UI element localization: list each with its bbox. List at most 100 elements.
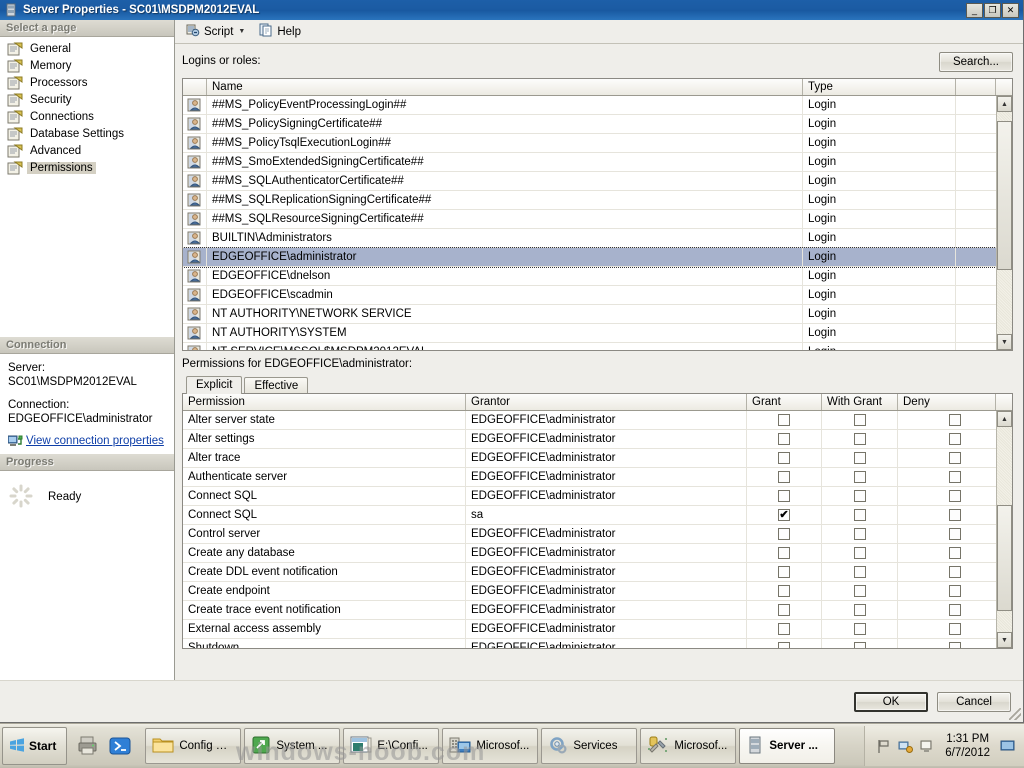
permission-deny-checkbox[interactable] bbox=[948, 433, 961, 445]
permission-with-grant-checkbox[interactable] bbox=[853, 433, 866, 445]
permission-row[interactable]: External access assembly EDGEOFFICE\admin… bbox=[183, 620, 1012, 639]
permission-deny-checkbox[interactable] bbox=[948, 566, 961, 578]
monitor-icon[interactable] bbox=[919, 738, 935, 754]
permission-grant-checkbox[interactable] bbox=[778, 585, 790, 597]
task-button-server-properties[interactable]: Server ... bbox=[739, 728, 836, 764]
logins-col-icon[interactable] bbox=[183, 79, 207, 95]
minimize-button[interactable]: _ bbox=[966, 2, 983, 18]
sidebar-item-memory[interactable]: Memory bbox=[4, 57, 174, 74]
logins-col-type[interactable]: Type bbox=[803, 79, 956, 95]
permission-deny-checkbox[interactable] bbox=[948, 623, 961, 635]
login-row[interactable]: NT AUTHORITY\SYSTEM Login bbox=[183, 324, 1012, 343]
permissions-scroll-up-button[interactable]: ▲ bbox=[997, 411, 1012, 427]
login-row[interactable]: ##MS_PolicyEventProcessingLogin## Login bbox=[183, 96, 1012, 115]
login-row[interactable]: ##MS_PolicySigningCertificate## Login bbox=[183, 115, 1012, 134]
permission-deny-checkbox[interactable] bbox=[948, 509, 961, 521]
view-connection-properties-row[interactable]: View connection properties bbox=[8, 435, 166, 448]
login-row[interactable]: EDGEOFFICE\scadmin Login bbox=[183, 286, 1012, 305]
close-button[interactable]: ✕ bbox=[1002, 2, 1019, 18]
task-button-config-manager[interactable]: Config M... bbox=[145, 728, 242, 764]
login-row[interactable]: NT AUTHORITY\NETWORK SERVICE Login bbox=[183, 305, 1012, 324]
permission-with-grant-checkbox[interactable] bbox=[853, 528, 866, 540]
login-row[interactable]: ##MS_SQLReplicationSigningCertificate## L… bbox=[183, 191, 1012, 210]
logins-grid[interactable]: Name Type ##MS_PolicyEventProcessingLogi… bbox=[182, 78, 1013, 351]
permission-deny-checkbox[interactable] bbox=[948, 604, 961, 616]
permission-with-grant-checkbox[interactable] bbox=[853, 547, 866, 559]
permission-with-grant-checkbox[interactable] bbox=[853, 623, 866, 635]
logins-scroll-track[interactable] bbox=[997, 112, 1012, 334]
permission-row[interactable]: Create DDL event notification EDGEOFFICE\… bbox=[183, 563, 1012, 582]
permission-row[interactable]: Authenticate server EDGEOFFICE\administra… bbox=[183, 468, 1012, 487]
permission-grant-checkbox[interactable] bbox=[778, 452, 790, 464]
login-row[interactable]: NT SERVICE\MSSQL$MSDPM2012EVALLogin bbox=[183, 343, 1012, 350]
task-button-e-config[interactable]: E:\Confi... bbox=[343, 728, 440, 764]
permission-deny-checkbox[interactable] bbox=[948, 490, 961, 502]
ok-button[interactable]: OK bbox=[854, 691, 928, 712]
help-button[interactable]: Help bbox=[255, 21, 305, 42]
sidebar-item-security[interactable]: Security bbox=[4, 91, 174, 108]
permission-grant-checkbox[interactable] bbox=[778, 528, 790, 540]
task-button-microsoft-1[interactable]: Microsof... bbox=[442, 728, 539, 764]
permission-grant-checkbox[interactable] bbox=[778, 604, 790, 616]
flag-icon[interactable] bbox=[875, 738, 891, 754]
permission-grant-checkbox[interactable] bbox=[778, 414, 790, 426]
permission-row[interactable]: Create any database EDGEOFFICE\administra… bbox=[183, 544, 1012, 563]
sidebar-item-database-settings[interactable]: Database Settings bbox=[4, 125, 174, 142]
tab-explicit[interactable]: Explicit bbox=[186, 376, 243, 394]
permission-row[interactable]: Connect SQL EDGEOFFICE\administrator bbox=[183, 487, 1012, 506]
sidebar-item-processors[interactable]: Processors bbox=[4, 74, 174, 91]
permission-with-grant-checkbox[interactable] bbox=[853, 490, 866, 502]
permission-grant-checkbox[interactable]: ✔ bbox=[778, 509, 790, 521]
permission-with-grant-checkbox[interactable] bbox=[853, 585, 866, 597]
logins-scroll-thumb[interactable] bbox=[997, 120, 1012, 270]
login-row[interactable]: EDGEOFFICE\dnelson Login bbox=[183, 267, 1012, 286]
logins-scrollbar[interactable]: ▲ ▼ bbox=[996, 96, 1012, 350]
task-button-microsoft-2[interactable]: Microsof... bbox=[640, 728, 737, 764]
permissions-col-grant[interactable]: Grant bbox=[747, 394, 822, 410]
permission-deny-checkbox[interactable] bbox=[948, 414, 961, 426]
permission-row[interactable]: Connect SQL sa ✔ bbox=[183, 506, 1012, 525]
login-row[interactable]: ##MS_SQLResourceSigningCertificate## Logi… bbox=[183, 210, 1012, 229]
permission-with-grant-checkbox[interactable] bbox=[853, 471, 866, 483]
permission-row[interactable]: Alter server state EDGEOFFICE\administrat… bbox=[183, 411, 1012, 430]
permission-deny-checkbox[interactable] bbox=[948, 547, 961, 559]
view-connection-properties-link[interactable]: View connection properties bbox=[26, 435, 164, 447]
chevron-down-icon[interactable]: ▼ bbox=[237, 28, 248, 35]
logins-col-name[interactable]: Name bbox=[207, 79, 803, 95]
login-row[interactable]: ##MS_SQLAuthenticatorCertificate## Login bbox=[183, 172, 1012, 191]
permission-with-grant-checkbox[interactable] bbox=[853, 452, 866, 464]
resize-grip[interactable] bbox=[1009, 708, 1021, 720]
permissions-grid[interactable]: Permission Grantor Grant With Grant Deny… bbox=[182, 393, 1013, 649]
restore-button[interactable]: ❐ bbox=[984, 2, 1001, 18]
powershell-icon[interactable] bbox=[107, 733, 133, 759]
logins-scroll-up-button[interactable]: ▲ bbox=[997, 96, 1012, 112]
permission-grant-checkbox[interactable] bbox=[778, 471, 790, 483]
permission-with-grant-checkbox[interactable] bbox=[853, 414, 866, 426]
permission-row[interactable]: Create trace event notification EDGEOFFIC… bbox=[183, 601, 1012, 620]
permission-grant-checkbox[interactable] bbox=[778, 566, 790, 578]
script-button[interactable]: Script ▼ bbox=[181, 21, 252, 42]
logins-scroll-down-button[interactable]: ▼ bbox=[997, 334, 1012, 350]
search-button[interactable]: Search... bbox=[939, 52, 1013, 72]
permissions-scroll-down-button[interactable]: ▼ bbox=[997, 632, 1012, 648]
permission-row[interactable]: Create endpoint EDGEOFFICE\administrator bbox=[183, 582, 1012, 601]
permission-row[interactable]: Alter settings EDGEOFFICE\administrator bbox=[183, 430, 1012, 449]
permissions-col-with-grant[interactable]: With Grant bbox=[822, 394, 898, 410]
start-button[interactable]: Start bbox=[2, 727, 68, 765]
show-desktop-icon[interactable] bbox=[1000, 738, 1016, 754]
login-row[interactable]: ##MS_PolicyTsqlExecutionLogin## Login bbox=[183, 134, 1012, 153]
network-icon[interactable] bbox=[897, 738, 913, 754]
permissions-col-permission[interactable]: Permission bbox=[183, 394, 466, 410]
login-row[interactable]: ##MS_SmoExtendedSigningCertificate## Logi… bbox=[183, 153, 1012, 172]
permissions-scroll-track[interactable] bbox=[997, 427, 1012, 632]
permission-deny-checkbox[interactable] bbox=[948, 642, 961, 648]
permission-grant-checkbox[interactable] bbox=[778, 642, 790, 648]
permission-row[interactable]: Control server EDGEOFFICE\administrator bbox=[183, 525, 1012, 544]
permissions-scrollbar[interactable]: ▲ ▼ bbox=[996, 411, 1012, 648]
cancel-button[interactable]: Cancel bbox=[937, 691, 1011, 712]
permission-with-grant-checkbox[interactable] bbox=[853, 642, 866, 648]
permission-deny-checkbox[interactable] bbox=[948, 528, 961, 540]
permission-with-grant-checkbox[interactable] bbox=[853, 604, 866, 616]
permission-row[interactable]: Alter trace EDGEOFFICE\administrator bbox=[183, 449, 1012, 468]
printer-icon[interactable] bbox=[75, 733, 101, 759]
